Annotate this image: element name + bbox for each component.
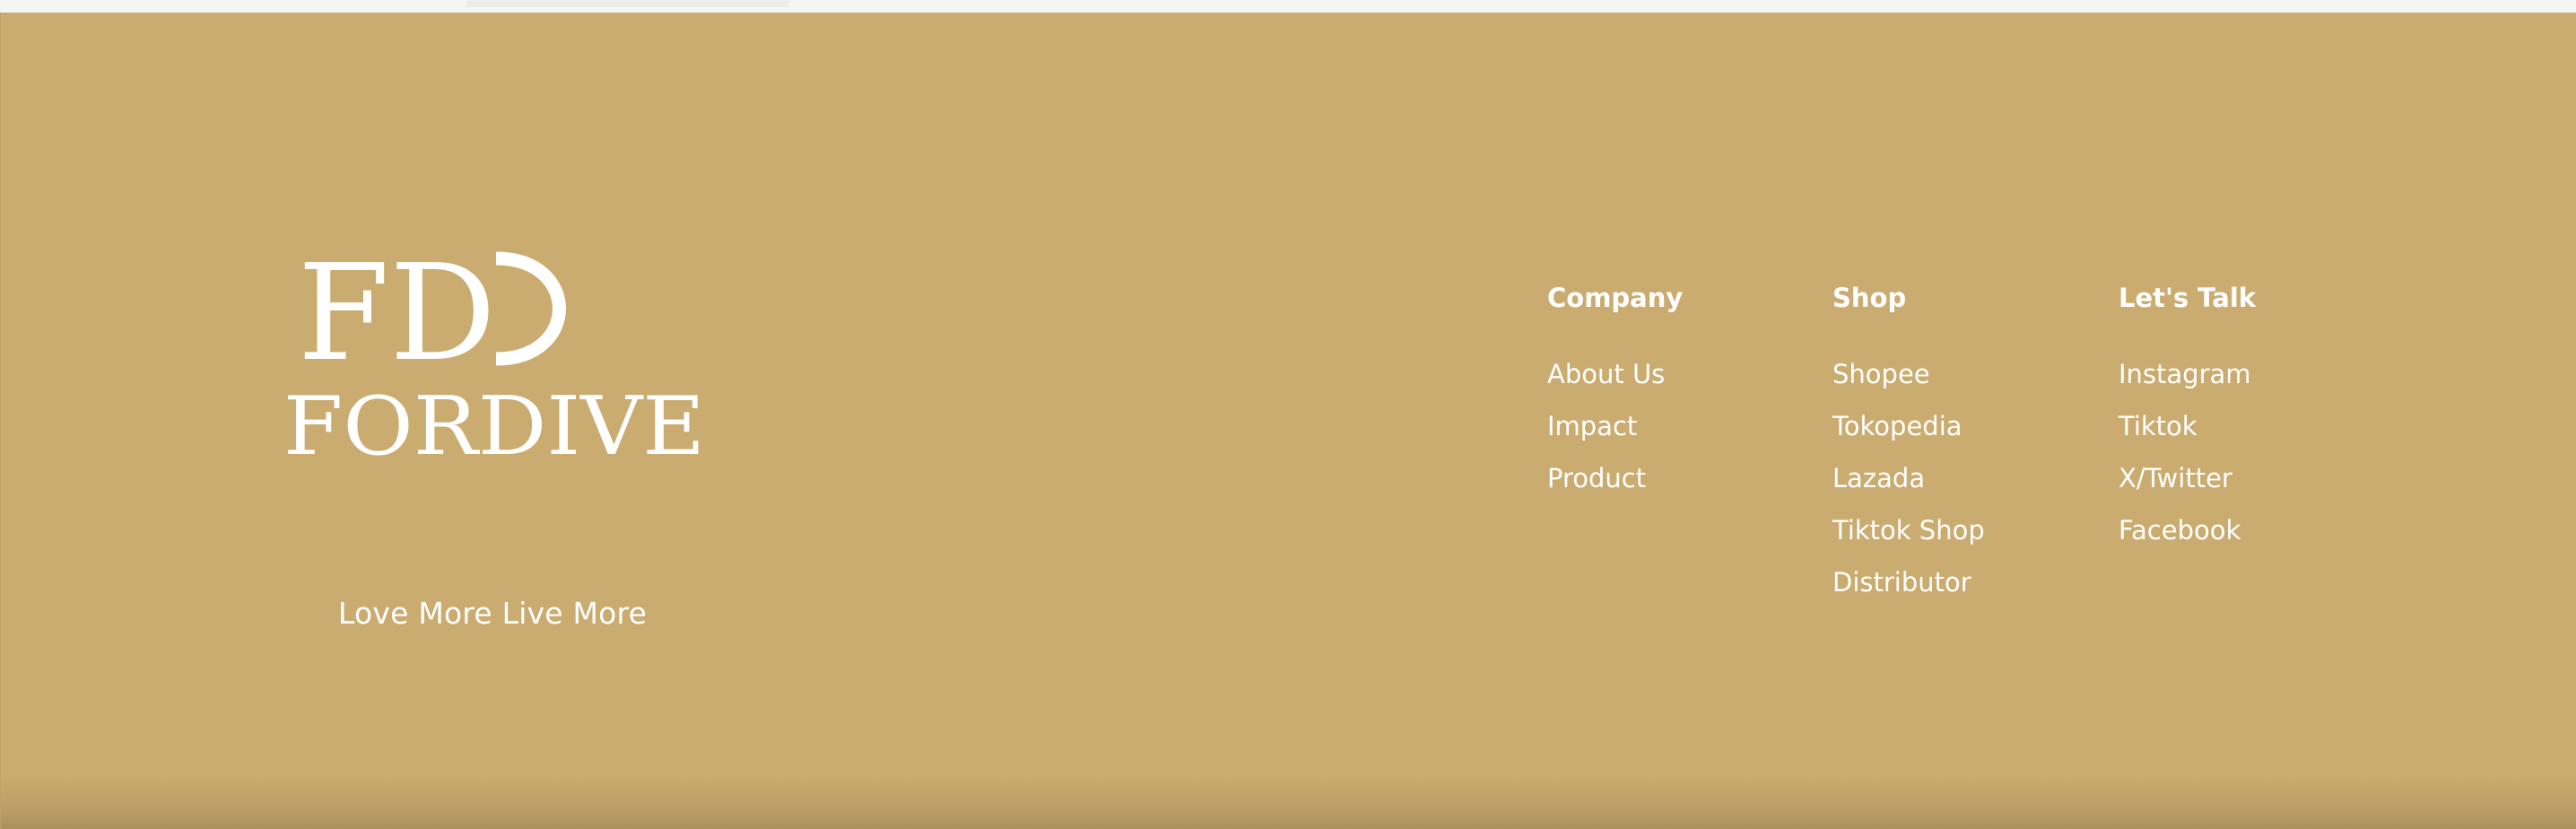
link-tiktok-shop[interactable]: Tiktok Shop <box>1832 504 2102 556</box>
brand-wordmark: FORDIVE <box>283 380 705 470</box>
link-product[interactable]: Product <box>1547 452 1816 504</box>
link-shopee[interactable]: Shopee <box>1832 348 2102 400</box>
column-heading-company: Company <box>1547 283 1684 313</box>
link-x-twitter[interactable]: X/Twitter <box>2119 452 2388 504</box>
page-top-strip-highlight <box>466 0 789 7</box>
monogram-f: FD <box>298 236 496 390</box>
column-heading-lets-talk: Let's Talk <box>2119 283 2257 313</box>
link-tiktok[interactable]: Tiktok <box>2119 400 2388 452</box>
link-tokopedia[interactable]: Tokopedia <box>1832 400 2102 452</box>
monogram-d-bowl <box>495 251 566 366</box>
link-instagram[interactable]: Instagram <box>2119 348 2388 400</box>
footer-column-shop: Shop Shopee Tokopedia Lazada Tiktok Shop… <box>1832 278 2102 608</box>
footer-bottom-shadow <box>1 775 2576 829</box>
fordive-logo-mark: FD FORDIVE <box>283 236 705 470</box>
brand-logo[interactable]: FD FORDIVE <box>270 219 718 470</box>
footer-column-company: Company About Us Impact Product <box>1547 278 1816 504</box>
link-distributor[interactable]: Distributor <box>1832 556 2102 608</box>
brand-tagline: Love More Live More <box>338 596 648 631</box>
footer-column-lets-talk: Let's Talk Instagram Tiktok X/Twitter Fa… <box>2119 278 2388 556</box>
column-heading-shop: Shop <box>1832 283 1907 313</box>
site-footer: FD FORDIVE Love More Live More Company A… <box>0 13 2576 829</box>
link-facebook[interactable]: Facebook <box>2119 504 2388 556</box>
link-about-us[interactable]: About Us <box>1547 348 1816 400</box>
link-impact[interactable]: Impact <box>1547 400 1816 452</box>
link-lazada[interactable]: Lazada <box>1832 452 2102 504</box>
